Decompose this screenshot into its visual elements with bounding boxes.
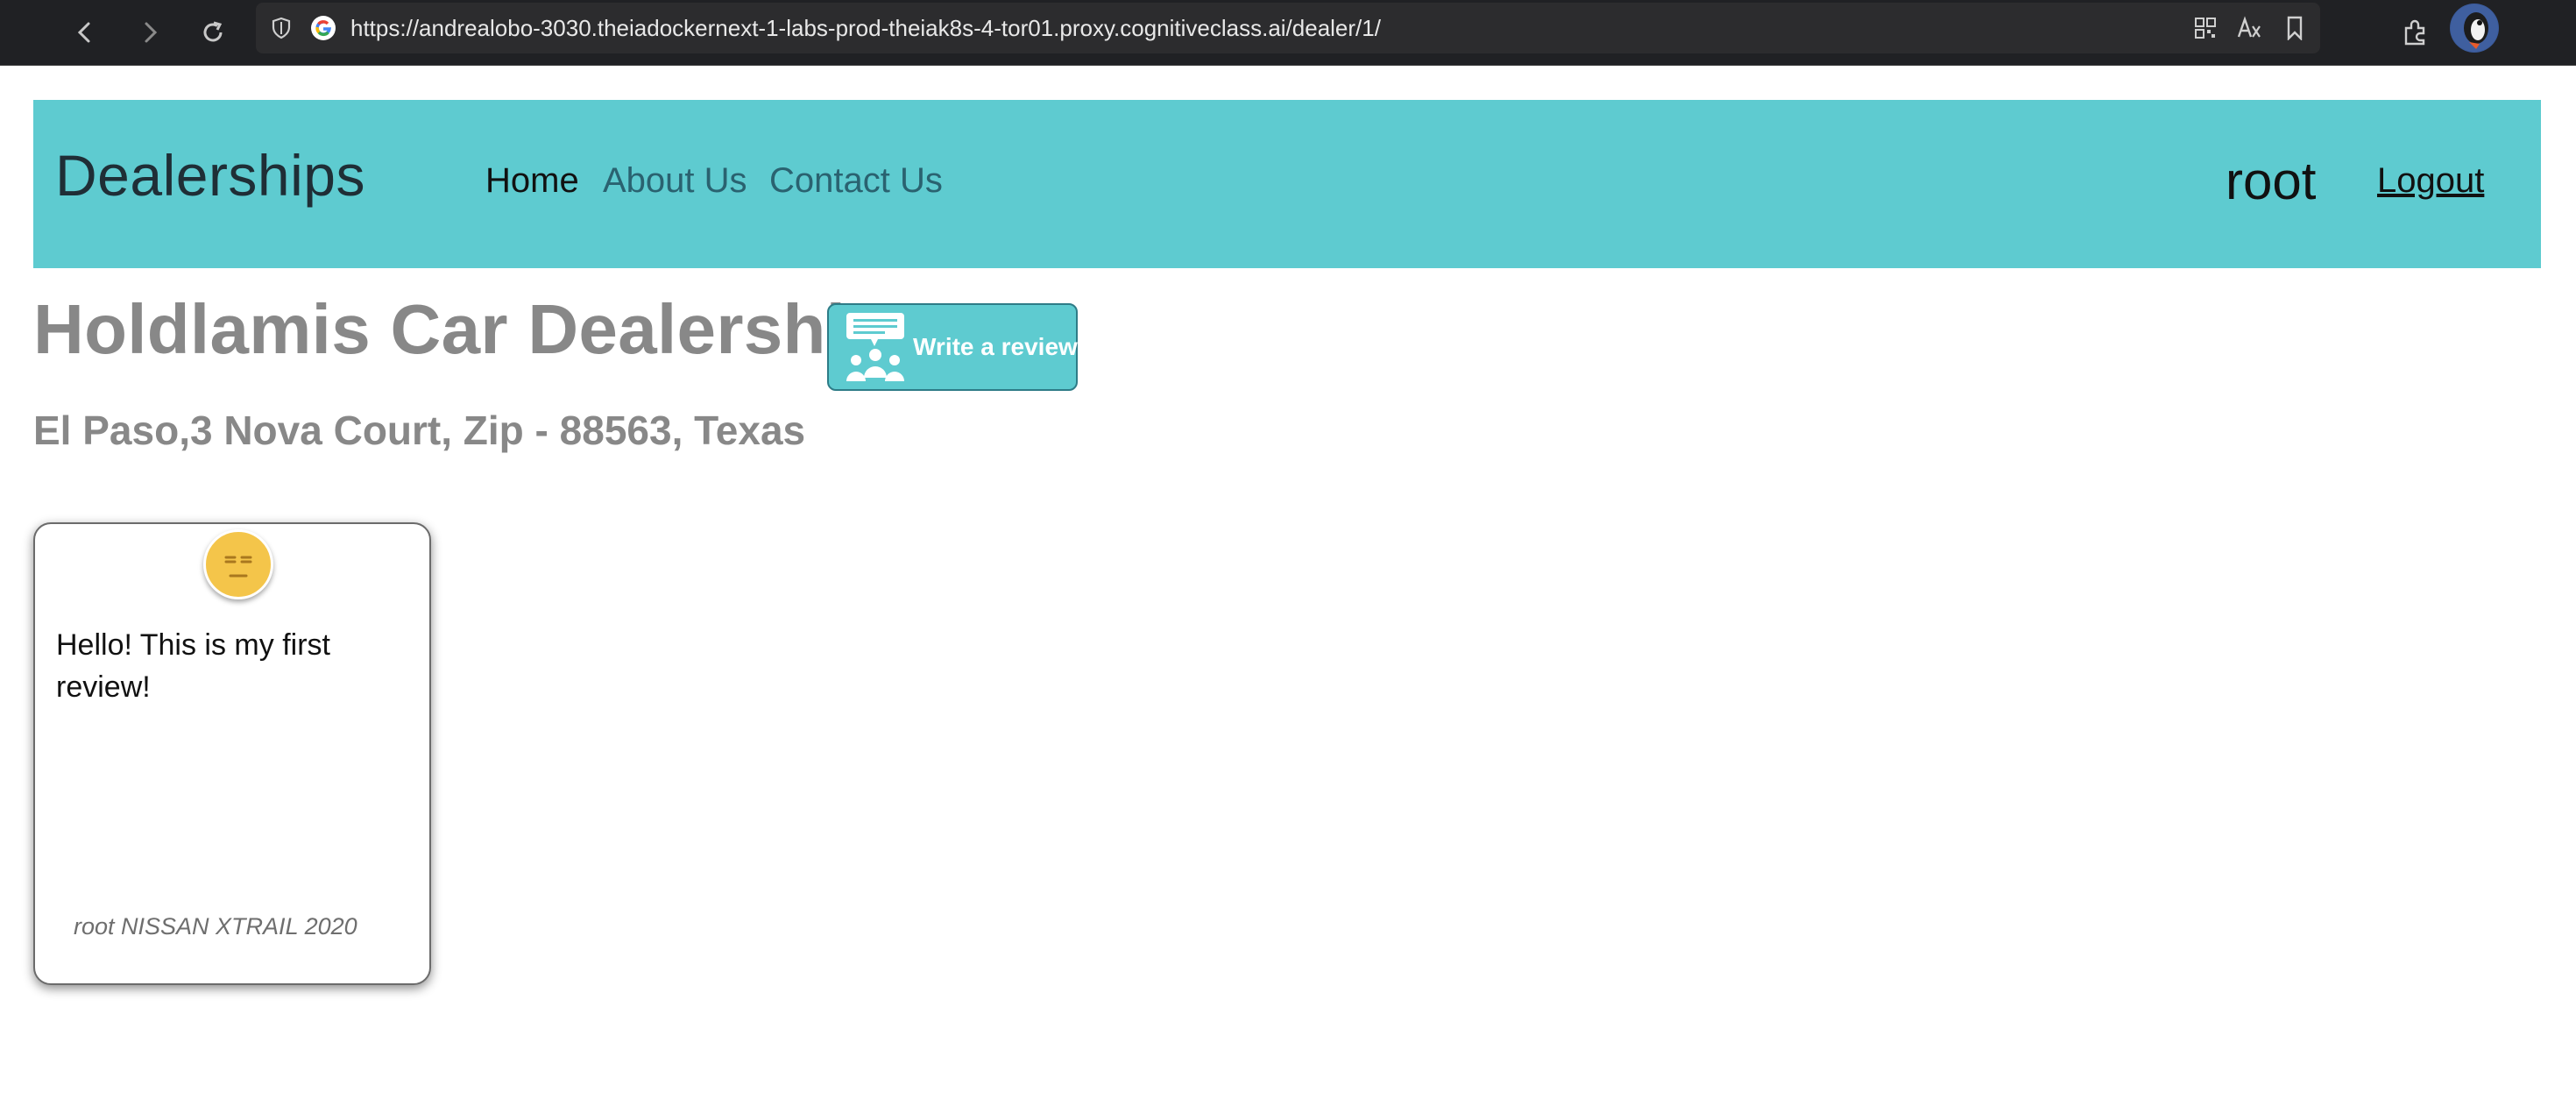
extensions-icon[interactable] bbox=[2394, 11, 2438, 54]
dealer-name: Holdlamis Car Dealership bbox=[33, 290, 889, 368]
qr-code-icon[interactable] bbox=[2183, 6, 2227, 50]
neutral-face-icon bbox=[203, 529, 273, 599]
username-label: root bbox=[2226, 152, 2317, 210]
translate-icon[interactable] bbox=[2227, 6, 2271, 50]
forward-icon[interactable] bbox=[128, 11, 172, 54]
write-review-label: Write a review bbox=[913, 333, 1078, 360]
nav-link-about[interactable]: About Us bbox=[603, 161, 747, 201]
reload-icon[interactable] bbox=[191, 11, 235, 54]
shield-icon[interactable] bbox=[268, 15, 294, 41]
review-meta: root NISSAN XTRAIL 2020 bbox=[74, 913, 357, 939]
logout-link[interactable]: Logout bbox=[2377, 161, 2484, 201]
browser-toolbar: https://andrealobo-3030.theiadockernext-… bbox=[0, 0, 2576, 66]
review-text: Hello! This is my first review! bbox=[56, 628, 330, 704]
back-icon[interactable] bbox=[63, 11, 107, 54]
bookmark-icon[interactable] bbox=[2273, 6, 2317, 50]
dealer-address: El Paso,3 Nova Court, Zip - 88563, Texas bbox=[33, 408, 806, 453]
nav-link-contact[interactable]: Contact Us bbox=[769, 161, 943, 201]
google-icon bbox=[310, 15, 336, 41]
write-review-button[interactable]: Write a review bbox=[827, 303, 1078, 391]
url-text[interactable]: https://andrealobo-3030.theiadockernext-… bbox=[350, 3, 1381, 53]
profile-avatar[interactable] bbox=[2450, 4, 2499, 53]
site-navbar: Dealerships Home About Us Contact Us roo… bbox=[33, 100, 2541, 268]
address-bar[interactable]: https://andrealobo-3030.theiadockernext-… bbox=[256, 3, 2320, 53]
review-card: Hello! This is my first review! root NIS… bbox=[33, 522, 431, 985]
brand-title[interactable]: Dealerships bbox=[55, 142, 365, 209]
nav-link-home[interactable]: Home bbox=[485, 161, 579, 201]
people-chat-icon bbox=[846, 313, 904, 381]
